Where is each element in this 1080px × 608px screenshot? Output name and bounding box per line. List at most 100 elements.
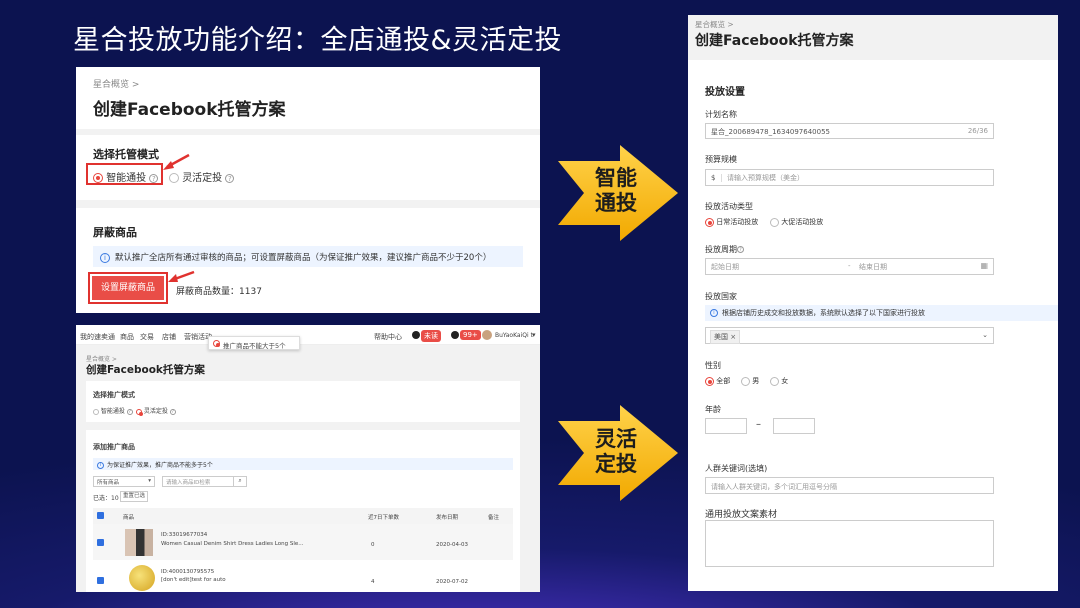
nav-item-home[interactable]: 我的速卖通 [80,332,115,342]
info-banner: i 为保证推广效果，推广商品不能多于5个 [93,458,513,470]
search-icon: ⌕ [238,477,242,484]
help-icon[interactable]: ? [225,173,235,183]
help-icon[interactable]: ? [737,246,744,253]
col-product: 商品 [123,515,135,521]
option-flex[interactable]: 灵活定投 ? [136,406,176,416]
nav-item-store[interactable]: 店铺 [162,332,176,342]
select-all-checkbox[interactable] [97,512,104,519]
calendar-icon[interactable]: ▦ [980,261,988,270]
activity-promo-option[interactable]: 大促活动投放 [770,217,823,227]
radio-selected-icon [136,408,143,416]
breadcrumb[interactable]: 星合概览 > [93,77,139,90]
arrow-flex-label: 灵活 定投 [595,427,637,476]
search-input[interactable]: 请输入商品ID检索 [162,476,234,487]
activity-type-label: 投放活动类型 [705,202,753,211]
mode-section: 选择托管模式 智能通投 ? 灵活定投 ? [76,135,540,200]
help-icon[interactable]: ? [126,408,133,415]
copy-label: 通用投放文案素材 [705,510,778,520]
col-orders[interactable]: 近7日下单数 [368,513,399,521]
message-icon[interactable] [412,331,420,339]
page-title: 创建Facebook托管方案 [93,100,286,120]
row-checkbox[interactable] [97,539,104,546]
radio-icon [93,408,99,415]
help-icon[interactable]: ? [169,408,176,415]
col-date[interactable]: 发布日期 [436,513,458,521]
set-block-button[interactable]: 设置屏蔽商品 [92,276,164,300]
highlight-box [86,163,163,185]
order-count: 0 [371,542,375,548]
block-title: 屏蔽商品 [93,226,137,239]
product-id: ID:33019677034 [161,532,208,538]
country-select[interactable]: 美国 × ⌄ [705,327,994,344]
radio-selected-icon [705,217,714,227]
page-title: 创建Facebook托管方案 [695,33,854,49]
clear-selection-button[interactable]: 重置已选 [120,491,148,502]
table-row[interactable]: ID:4000130795575 [don't edit]test for au… [93,562,513,592]
gender-label: 性别 [705,361,721,370]
char-count: 26/36 [967,127,988,135]
gender-female-option[interactable]: 女 [770,376,788,386]
plan-name-input[interactable]: 星合_200689478_1634097640055 26/36 [705,123,994,139]
selected-count: 已选：10 [93,495,119,502]
nav-item-trade[interactable]: 交易 [140,332,154,342]
start-date[interactable]: 起始日期 [711,263,739,271]
end-date[interactable]: 结束日期 [859,262,887,272]
publish-date: 2020-04-03 [436,542,468,548]
option-flex[interactable]: 灵活定投 ? [169,169,235,184]
age-min-input[interactable] [705,418,747,434]
row-checkbox[interactable] [97,577,104,584]
currency-prefix: $ [711,174,722,182]
radio-icon [770,217,779,227]
plan-name-label: 计划名称 [705,110,737,119]
budget-input[interactable]: $ 请输入预算规模（美金） [705,169,994,186]
age-label: 年龄 [705,405,721,414]
search-button[interactable]: ⌕ [233,476,247,487]
block-count: 屏蔽商品数量：1137 [176,287,262,297]
chevron-down-icon: ⌄ [982,331,988,339]
chevron-down-icon: ▾ [148,478,151,484]
option-smart[interactable]: 智能通投 ? [93,406,133,415]
product-id: ID:4000130795575 [161,569,215,575]
help-center-link[interactable]: 帮助中心 [374,332,402,342]
category-select[interactable]: 所有商品 ▾ [93,476,155,487]
radio-icon [741,376,750,386]
budget-label: 预算规模 [705,155,737,164]
breadcrumb[interactable]: 星合概览 > [695,19,734,30]
slide-title: 星合投放功能介绍：全店通投&灵活定投 [73,25,563,56]
nav-item-product[interactable]: 商品 [120,332,134,342]
add-products-section: 添加推广商品 i 为保证推广效果，推广商品不能多于5个 所有商品 ▾ 请输入商品ID… [86,430,520,592]
date-range-picker[interactable]: 起始日期 - 结束日期 ▦ [705,258,994,275]
user-name[interactable]: BuYaoKaiQi t [495,332,533,339]
header-section: 星合概览 > 创建Facebook托管方案 [76,67,540,129]
copy-textarea[interactable] [705,520,994,567]
section-title: 投放设置 [705,87,745,98]
activity-daily-option[interactable]: 日常活动投放 [705,217,758,227]
mode-title: 选择推广模式 [93,391,135,399]
radio-icon [770,376,779,386]
gender-male-option[interactable]: 男 [741,376,759,386]
date-separator: - [848,262,851,270]
settings-panel: 星合概览 > 创建Facebook托管方案 投放设置 计划名称 星合_20068… [688,15,1058,591]
avatar[interactable] [482,330,492,340]
product-name: [don't edit]test for auto [161,577,226,583]
country-tag: 美国 × [710,330,741,344]
top-nav: 我的速卖通 商品 交易 店铺 营销活动 帮助中心 未读 99+ BuYaoKai… [76,325,540,345]
keywords-input[interactable]: 请输入人群关键词，多个词汇用逗号分隔 [705,477,994,494]
radio-selected-icon [705,376,714,386]
order-count: 4 [371,579,375,585]
table-row[interactable]: ID:33019677034 Women Casual Denim Shirt … [93,524,513,560]
block-section: 屏蔽商品 i 默认推广全店所有通过审核的商品；可设置屏蔽商品（为保证推广效果，建议… [76,208,540,313]
info-banner: i 默认推广全店所有通过审核的商品；可设置屏蔽商品（为保证推广效果，建议推广商品不… [93,246,523,267]
close-icon[interactable]: × [730,333,736,341]
product-thumbnail [129,565,155,591]
age-max-input[interactable] [773,418,815,434]
product-thumbnail [125,529,153,556]
warning-icon [213,340,220,347]
gender-all-option[interactable]: 全部 [705,376,730,386]
chevron-down-icon[interactable]: ▾ [532,331,536,339]
chevron-right-icon: > [131,80,140,90]
period-label: 投放周期? [705,244,744,255]
notice-icon[interactable] [451,331,459,339]
age-separator: – [756,419,761,430]
radio-icon [169,173,179,183]
